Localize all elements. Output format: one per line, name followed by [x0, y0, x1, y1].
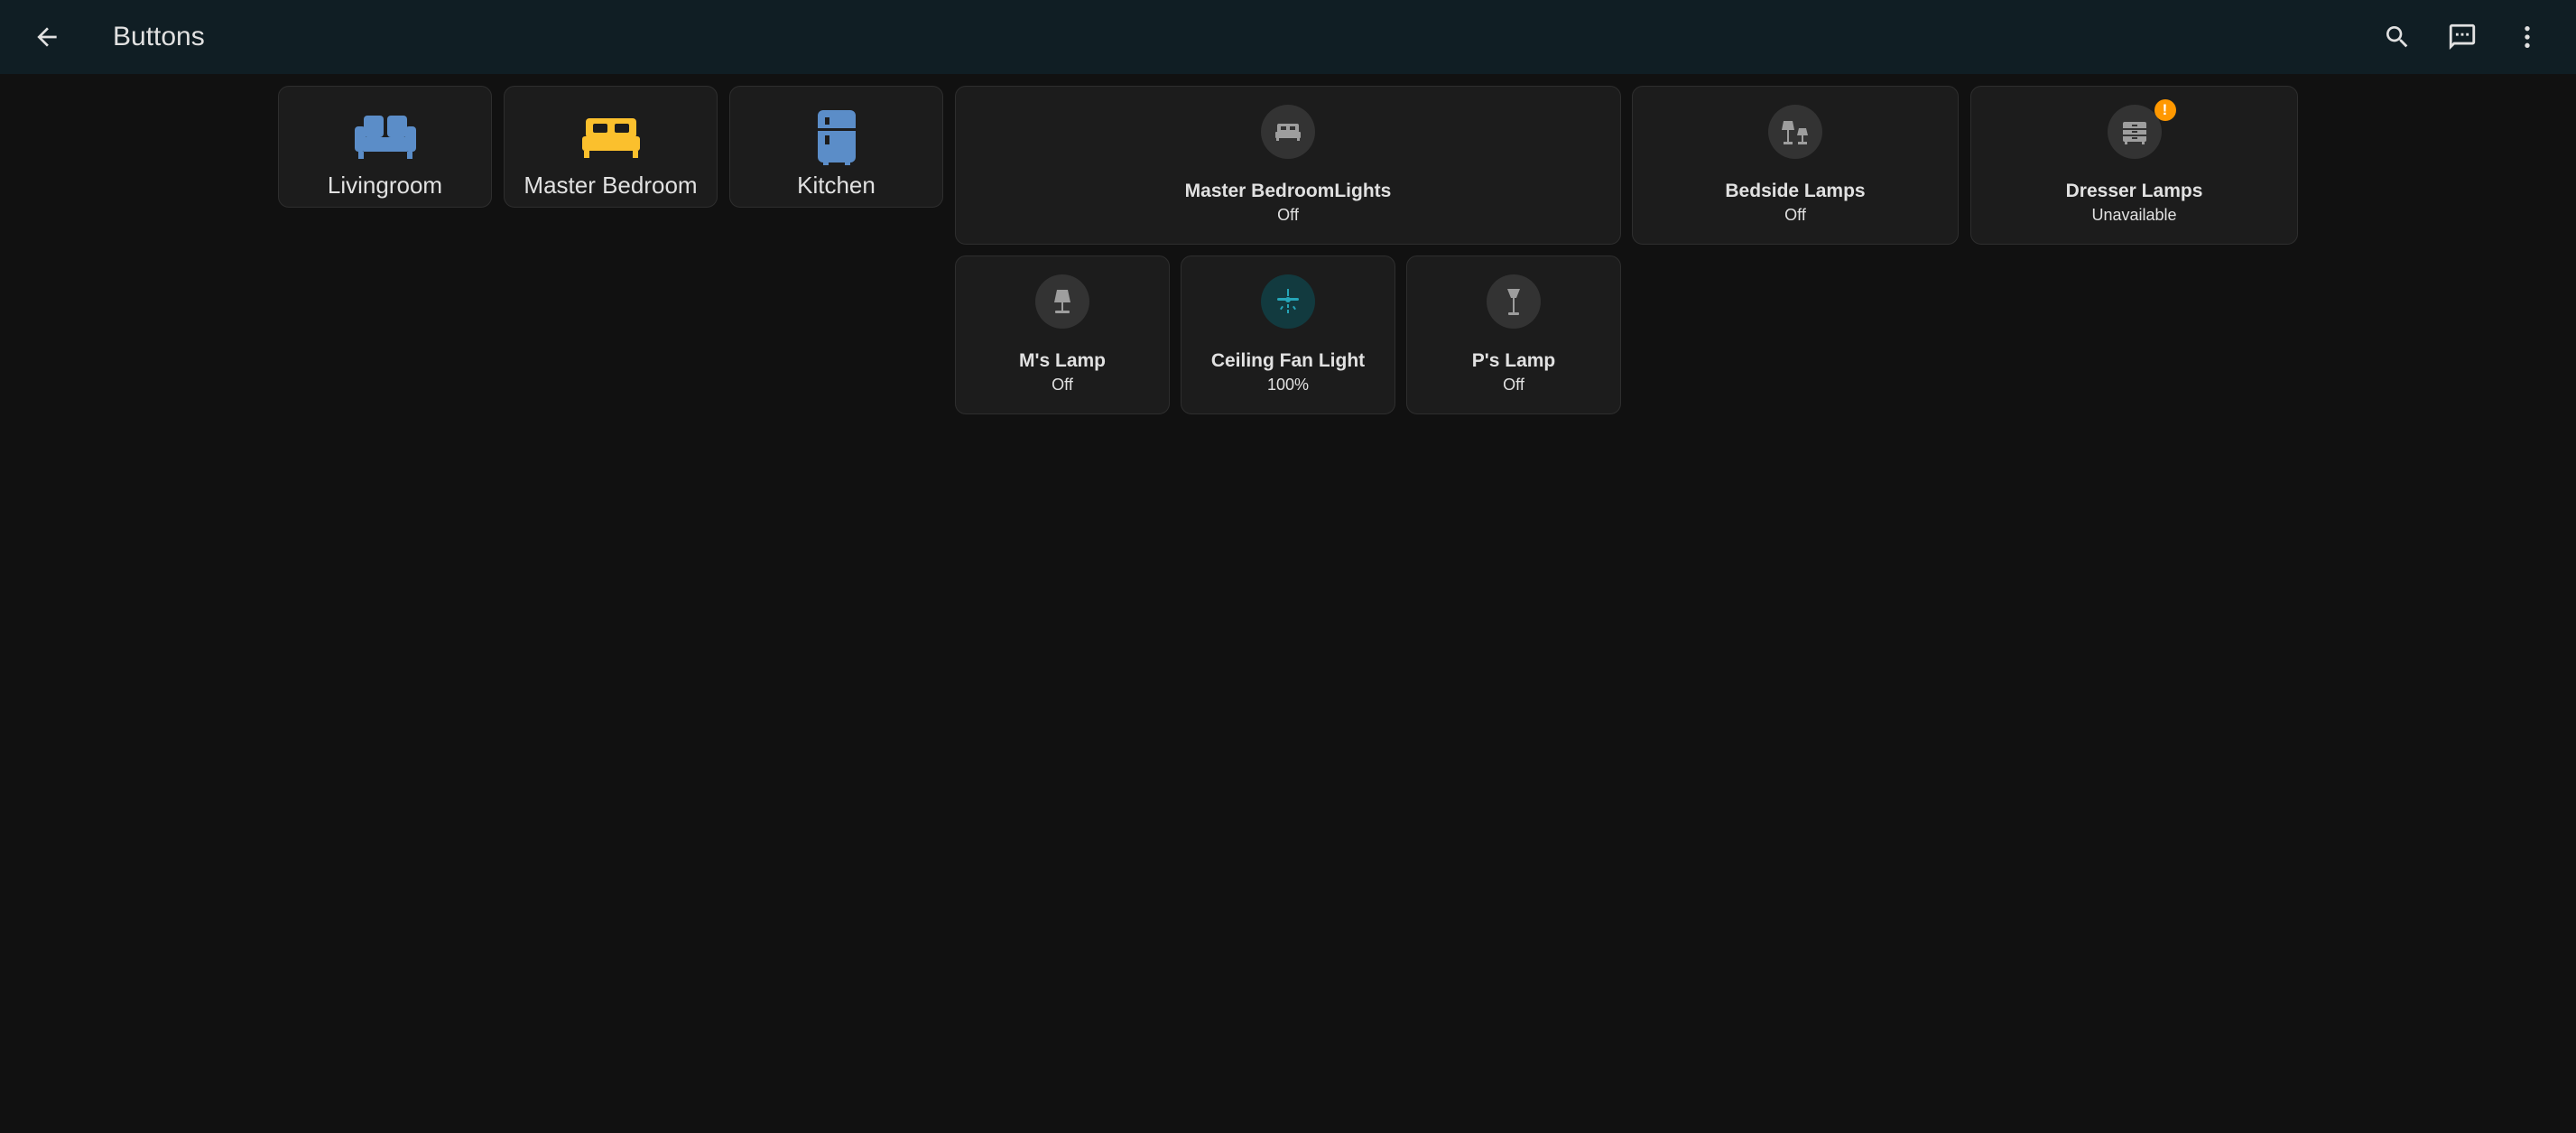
floor-lamp-icon — [1487, 274, 1541, 329]
tile-state: Off — [1052, 376, 1073, 394]
warning-badge-icon: ! — [2154, 99, 2176, 121]
tile-name: P's Lamp — [1471, 350, 1556, 371]
sofa-icon — [351, 103, 420, 172]
area-button-master-bedroom[interactable]: Master Bedroom — [504, 86, 718, 208]
tile-dresser-lamps[interactable]: ! Dresser Lamps Unavailable — [1970, 86, 2298, 245]
tile-state: Off — [1503, 376, 1524, 394]
area-label: Kitchen — [797, 172, 876, 199]
tile-name: Master BedroomLights — [1184, 181, 1392, 201]
area-label: Livingroom — [327, 172, 443, 199]
tile-name: Bedside Lamps — [1725, 181, 1866, 201]
assist-button[interactable] — [2441, 15, 2484, 59]
top-app-bar: Buttons — [0, 0, 2576, 74]
arrow-left-icon — [37, 27, 57, 47]
tile-ps-lamp[interactable]: P's Lamp Off — [1406, 255, 1621, 414]
lamp-icon — [1035, 274, 1089, 329]
dots-vertical-icon — [2525, 26, 2530, 48]
area-button-kitchen[interactable]: Kitchen — [729, 86, 943, 208]
tile-state: Off — [1277, 206, 1299, 224]
tile-name: Ceiling Fan Light — [1210, 350, 1366, 371]
bed-icon — [577, 103, 645, 172]
chat-message-icon — [2449, 23, 2476, 51]
tile-state: Off — [1784, 206, 1806, 224]
tile-ceiling-fan-light[interactable]: Ceiling Fan Light 100% — [1181, 255, 1395, 414]
search-icon — [2386, 26, 2408, 48]
bed-icon — [1261, 105, 1315, 159]
area-button-livingroom[interactable]: Livingroom — [278, 86, 492, 208]
dresser-icon — [2107, 105, 2162, 159]
search-button[interactable] — [2376, 15, 2419, 59]
lamps-icon — [1768, 105, 1822, 159]
back-button[interactable] — [25, 15, 69, 59]
tile-ms-lamp[interactable]: M's Lamp Off — [955, 255, 1170, 414]
tile-bedside-lamps[interactable]: Bedside Lamps Off — [1632, 86, 1959, 245]
overflow-menu-button[interactable] — [2506, 15, 2549, 59]
tile-state: Unavailable — [2091, 206, 2177, 224]
area-label: Master Bedroom — [524, 172, 698, 199]
tile-master-bedroom-lights[interactable]: Master BedroomLights Off — [955, 86, 1621, 245]
tile-state: 100% — [1266, 376, 1310, 394]
fridge-icon — [802, 103, 871, 172]
tile-name: Dresser Lamps — [2065, 181, 2203, 201]
page-title: Buttons — [113, 22, 205, 51]
tile-name: M's Lamp — [1018, 350, 1106, 371]
ceiling-fan-light-icon — [1261, 274, 1315, 329]
